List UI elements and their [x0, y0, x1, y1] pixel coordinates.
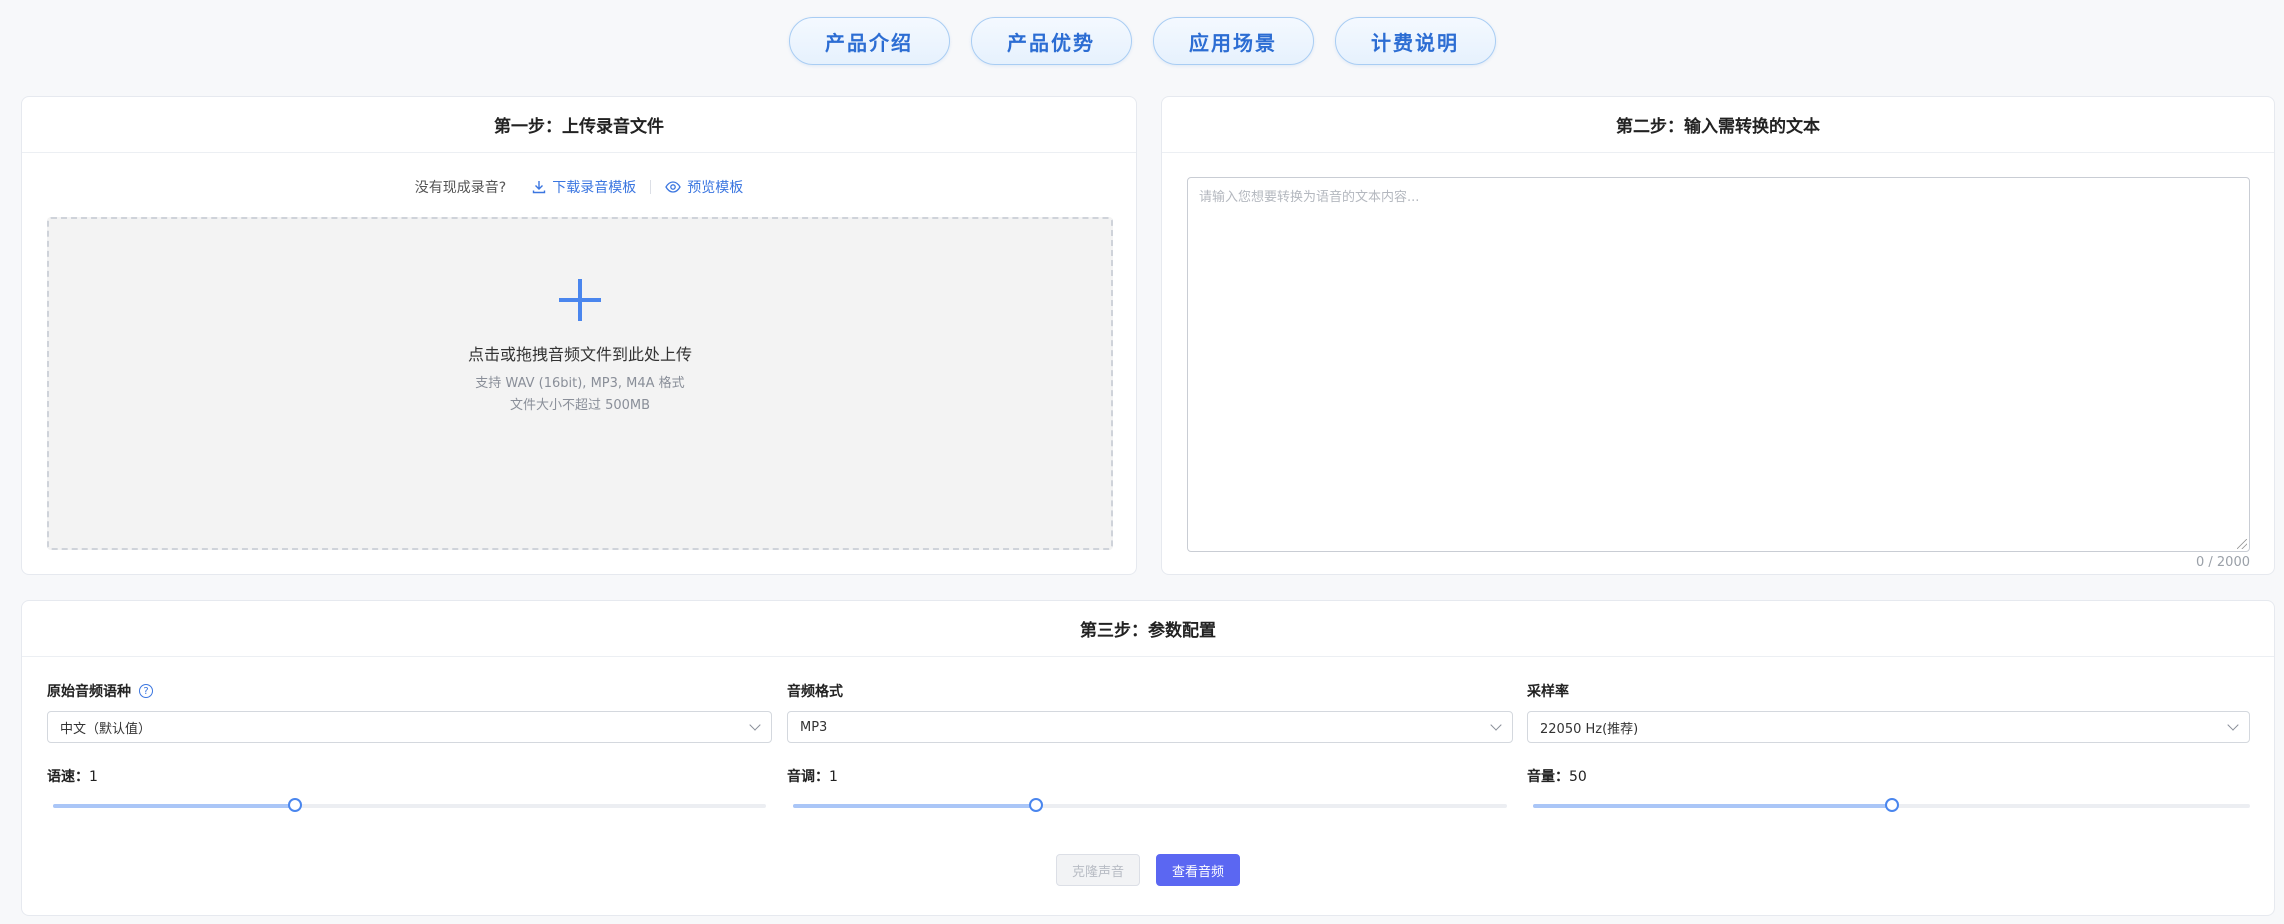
- pitch-slider[interactable]: [793, 798, 1507, 812]
- preview-template-label: 预览模板: [687, 180, 744, 196]
- speed-slider[interactable]: [53, 798, 766, 812]
- format-label: 音频格式: [787, 684, 843, 700]
- format-field: 音频格式 MP3: [787, 681, 1513, 743]
- volume-slider-fill: [1533, 804, 1892, 808]
- hint-divider: [650, 180, 652, 194]
- pitch-value: 1: [829, 769, 838, 785]
- volume-value: 50: [1569, 769, 1587, 785]
- view-audio-button[interactable]: 查看音频: [1156, 854, 1241, 886]
- dropzone-title: 点击或拖拽音频文件到此处上传: [467, 345, 692, 364]
- upload-card: 第一步：上传录音文件 没有现成录音? 下载录音模板 预览模板 点击或拖拽音频文件…: [21, 96, 1137, 575]
- language-label: 原始音频语种: [47, 684, 131, 700]
- download-template-link[interactable]: 下载录音模板: [532, 177, 636, 197]
- params-card: 第三步：参数配置 原始音频语种 ? 中文（默认值） 音频格式 MP3 采样率 2…: [21, 600, 2275, 916]
- action-buttons: 克隆声音 查看音频: [22, 854, 2274, 886]
- resize-handle-icon[interactable]: [2237, 539, 2247, 549]
- chevron-down-icon: [1490, 719, 1502, 731]
- volume-control: 音量：50: [1527, 766, 2250, 812]
- dropzone-formats: 支持 WAV (16bit), MP3, M4A 格式: [475, 376, 685, 391]
- preview-template-link[interactable]: 预览模板: [665, 177, 743, 197]
- params-card-title: 第三步：参数配置: [22, 601, 2274, 657]
- volume-slider[interactable]: [1533, 798, 2250, 812]
- sample-rate-select[interactable]: 22050 Hz(推荐): [1527, 711, 2250, 743]
- volume-slider-thumb[interactable]: [1884, 798, 1899, 812]
- audio-dropzone[interactable]: 点击或拖拽音频文件到此处上传 支持 WAV (16bit), MP3, M4A …: [47, 217, 1113, 550]
- volume-label: 音量：: [1527, 769, 1569, 785]
- dropzone-size-limit: 文件大小不超过 500MB: [509, 398, 651, 413]
- pitch-slider-fill: [793, 804, 1036, 808]
- chevron-down-icon: [2227, 719, 2239, 731]
- sample-rate-label: 采样率: [1527, 684, 1569, 700]
- sample-rate-select-value: 22050 Hz(推荐): [1540, 721, 1639, 737]
- clone-voice-button[interactable]: 克隆声音: [1055, 854, 1140, 886]
- format-select[interactable]: MP3: [787, 711, 1513, 743]
- download-template-label: 下载录音模板: [552, 180, 637, 196]
- upload-card-title: 第一步：上传录音文件: [22, 97, 1136, 153]
- pitch-label: 音调：: [787, 769, 829, 785]
- top-nav: 产品介绍 产品优势 应用场景 计费说明: [0, 17, 2284, 65]
- pitch-slider-thumb[interactable]: [1028, 798, 1043, 812]
- text-input[interactable]: [1188, 178, 2249, 551]
- format-select-value: MP3: [800, 719, 828, 735]
- sample-rate-field: 采样率 22050 Hz(推荐): [1527, 681, 2250, 743]
- pitch-control: 音调：1: [787, 766, 1507, 812]
- speed-control: 语速：1: [47, 766, 766, 812]
- text-input-card: 第二步：输入需转换的文本 0 / 2000: [1161, 96, 2275, 575]
- language-field: 原始音频语种 ? 中文（默认值）: [47, 681, 772, 743]
- speed-label: 语速：: [47, 769, 89, 785]
- nav-pill-pricing[interactable]: 计费说明: [1334, 17, 1496, 65]
- language-select[interactable]: 中文（默认值）: [47, 711, 772, 743]
- page: 产品介绍 产品优势 应用场景 计费说明 第一步：上传录音文件 没有现成录音? 下…: [0, 0, 2284, 924]
- eye-icon: [665, 181, 681, 193]
- nav-pill-use-cases[interactable]: 应用场景: [1152, 17, 1314, 65]
- char-count: 0 / 2000: [2196, 555, 2250, 570]
- speed-slider-fill: [53, 804, 296, 808]
- download-icon: [533, 181, 546, 194]
- language-select-value: 中文（默认值）: [60, 721, 152, 737]
- nav-pill-product-intro[interactable]: 产品介绍: [788, 17, 950, 65]
- template-hint-row: 没有现成录音? 下载录音模板 预览模板: [22, 177, 1136, 197]
- text-card-title: 第二步：输入需转换的文本: [1162, 97, 2274, 153]
- chevron-down-icon: [749, 719, 761, 731]
- plus-icon: [559, 279, 601, 321]
- no-recording-text: 没有现成录音?: [414, 180, 507, 196]
- text-input-wrapper: [1187, 177, 2250, 552]
- help-icon[interactable]: ?: [139, 684, 153, 698]
- speed-value: 1: [89, 769, 98, 785]
- nav-pill-product-advantages[interactable]: 产品优势: [970, 17, 1132, 65]
- speed-slider-thumb[interactable]: [288, 798, 303, 812]
